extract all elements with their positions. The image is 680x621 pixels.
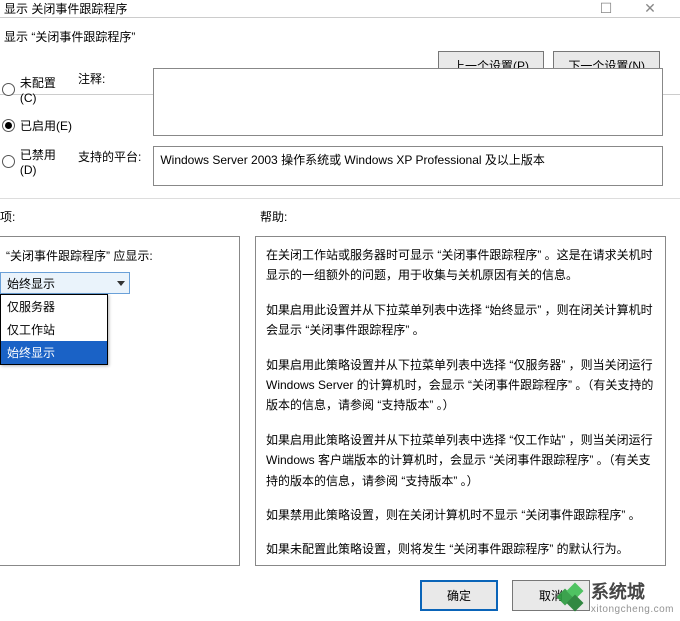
radio-label: 已启用(E) — [20, 117, 72, 134]
radio-label: 未配置(C) — [20, 74, 72, 105]
watermark-brand: 系统城 — [591, 582, 645, 602]
chevron-down-icon — [117, 281, 125, 286]
radio-not-configured[interactable]: 未配置(C) — [0, 68, 72, 111]
help-paragraph: 在关闭工作站或服务器时可显示 “关闭事件跟踪程序” 。这是在请求关机时显示的一组… — [266, 245, 655, 286]
radio-icon — [2, 119, 15, 132]
help-paragraph: 如果启用此策略设置并从下拉菜单列表中选择 “仅服务器” ，则当关闭运行 Wind… — [266, 355, 655, 416]
radio-label: 已禁用(D) — [20, 146, 72, 177]
close-icon[interactable]: ✕ — [630, 0, 670, 18]
radio-enabled[interactable]: 已启用(E) — [0, 111, 72, 140]
watermark-url: xitongcheng.com — [591, 604, 674, 615]
watermark: 系统城 xitongcheng.com — [557, 578, 674, 615]
divider — [0, 198, 680, 199]
watermark-logo-icon — [557, 583, 585, 611]
help-paragraph: 如果禁用此策略设置，则在关闭计算机时不显示 “关闭事件跟踪程序” 。 — [266, 505, 655, 525]
options-panel: “关闭事件跟踪程序” 应显示: 始终显示 仅服务器 仅工作站 始终显示 — [0, 236, 240, 566]
comments-textarea[interactable] — [153, 68, 663, 136]
watermark-text-group: 系统城 xitongcheng.com — [591, 578, 674, 615]
help-panel[interactable]: 在关闭工作站或服务器时可显示 “关闭事件跟踪程序” 。这是在请求关机时显示的一组… — [255, 236, 666, 566]
supported-platform-text: Windows Server 2003 操作系统或 Windows XP Pro… — [160, 153, 545, 167]
top-fields: 注释: 支持的平台: Windows Server 2003 操作系统或 Win… — [78, 68, 666, 186]
help-paragraph: 如果启用此设置并从下拉菜单列表中选择 “始终显示” ，则在闭关计算机时会显示 “… — [266, 300, 655, 341]
dropdown-item-server-only[interactable]: 仅服务器 — [1, 295, 107, 318]
help-paragraph: 如果未配置此策略设置，则将发生 “关闭事件跟踪程序” 的默认行为。 — [266, 539, 655, 559]
radio-icon — [2, 155, 15, 168]
dropdown-item-always-show[interactable]: 始终显示 — [1, 341, 107, 364]
dropdown-item-workstation-only[interactable]: 仅工作站 — [1, 318, 107, 341]
help-paragraph: 如果启用此策略设置并从下拉菜单列表中选择 “仅工作站” ，则当关闭运行 Wind… — [266, 430, 655, 491]
display-mode-combobox[interactable]: 始终显示 — [0, 272, 130, 294]
combobox-dropdown: 仅服务器 仅工作站 始终显示 — [0, 294, 108, 365]
radio-icon — [2, 83, 15, 96]
title-text: 显示 关闭事件跟踪程序 — [4, 0, 127, 17]
ok-label: 确定 — [447, 589, 471, 603]
combobox-value: 始终显示 — [7, 275, 55, 292]
options-column-label: 项: — [0, 208, 15, 225]
state-radio-group: 未配置(C) 已启用(E) 已禁用(D) — [0, 68, 72, 183]
comments-label: 注释: — [78, 68, 150, 87]
options-title: “关闭事件跟踪程序” 应显示: — [0, 247, 229, 264]
policy-title: 显示 “关闭事件跟踪程序” — [0, 18, 680, 45]
ok-button[interactable]: 确定 — [420, 580, 498, 611]
help-column-label: 帮助: — [260, 208, 287, 225]
supported-label: 支持的平台: — [78, 146, 150, 165]
window-titlebar: 显示 关闭事件跟踪程序 ☐ ✕ — [0, 0, 680, 18]
radio-disabled[interactable]: 已禁用(D) — [0, 140, 72, 183]
maximize-icon[interactable]: ☐ — [586, 0, 626, 18]
supported-platform-box: Windows Server 2003 操作系统或 Windows XP Pro… — [153, 146, 663, 186]
